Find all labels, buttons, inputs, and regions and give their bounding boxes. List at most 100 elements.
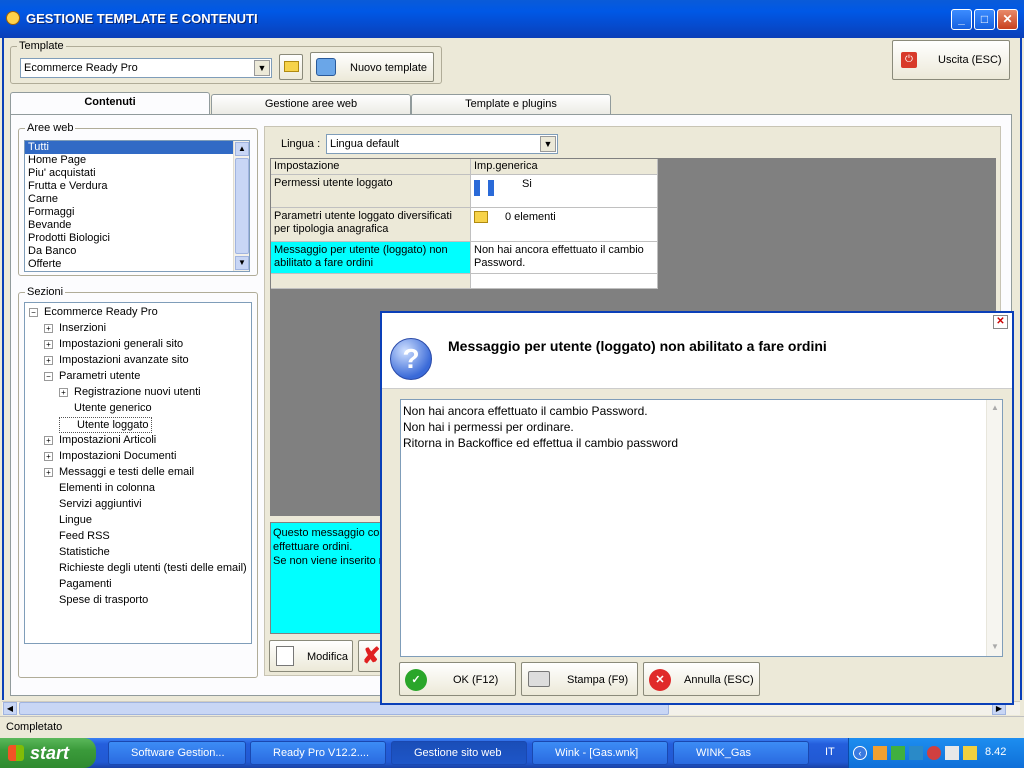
description-line: effettuare ordini. <box>273 541 353 553</box>
exit-button[interactable]: ⏻ Uscita (ESC) <box>892 40 1010 80</box>
collapse-icon[interactable]: − <box>29 307 38 317</box>
tree-node[interactable]: Elementi in colonna <box>44 481 155 495</box>
tree-node[interactable]: + Impostazioni Articoli <box>44 433 156 447</box>
taskbar-item[interactable]: Wink - [Gas.wnk] <box>532 741 668 765</box>
tree-node[interactable]: Statistiche <box>44 545 110 559</box>
cancel-button[interactable]: ✕ Annulla (ESC) <box>643 662 760 696</box>
grid-row-empty[interactable] <box>271 274 471 289</box>
tree-node[interactable]: + Registrazione nuovi utenti <box>59 385 201 399</box>
area-list-item[interactable]: Formaggi <box>25 206 249 219</box>
modifica-button[interactable]: Modifica <box>269 640 353 672</box>
tree-node[interactable]: + Impostazioni Documenti <box>44 449 176 463</box>
tree-node[interactable]: Utente loggato <box>59 417 152 433</box>
maximize-button[interactable]: □ <box>974 9 995 30</box>
delete-button[interactable]: ✘ <box>358 640 382 672</box>
area-list-item[interactable]: Bevande <box>25 219 249 232</box>
tree-node[interactable]: Lingue <box>44 513 92 527</box>
scroll-up-icon[interactable]: ▲ <box>988 401 1002 415</box>
tree-node[interactable]: + Impostazioni avanzate sito <box>44 353 189 367</box>
aree-web-scrollbar[interactable]: ▲ ▼ <box>233 141 249 271</box>
tree-node[interactable]: Feed RSS <box>44 529 110 543</box>
tree-node-label: Elementi in colonna <box>59 482 156 494</box>
expand-icon[interactable]: + <box>44 355 53 365</box>
tree-node[interactable]: Spese di trasporto <box>44 593 148 607</box>
tree-node[interactable]: Servizi aggiuntivi <box>44 497 142 511</box>
lingua-select[interactable]: Lingua default ▼ <box>326 134 558 154</box>
scroll-thumb[interactable] <box>235 158 249 254</box>
grid-row-empty[interactable] <box>471 274 658 289</box>
tree-node[interactable]: + Messaggi e testi delle email <box>44 465 194 479</box>
aree-web-list[interactable]: Tutti Home Page Piu' acquistati Frutta e Ve… <box>24 140 250 272</box>
folder-icon <box>284 61 299 72</box>
start-button[interactable]: start <box>0 738 96 768</box>
area-list-item[interactable]: Tutti <box>25 141 249 154</box>
tray-expand-icon[interactable]: ‹ <box>853 746 867 760</box>
area-list-item[interactable]: Home Page <box>25 154 249 167</box>
expand-icon[interactable]: + <box>44 339 53 349</box>
tree-node[interactable]: Richieste degli utenti (testi delle emai… <box>44 561 247 575</box>
area-list-item[interactable]: Frutta e Verdura <box>25 180 249 193</box>
area-list-item[interactable]: Piu' acquistati <box>25 167 249 180</box>
area-list-item[interactable]: Offerte <box>25 258 249 271</box>
expand-icon[interactable]: + <box>44 435 53 445</box>
grid-row-value[interactable]: Si <box>471 175 658 208</box>
language-indicator[interactable]: IT <box>825 746 835 758</box>
grid-row-key-selected[interactable]: Messaggio per utente (loggato) non abili… <box>271 242 471 274</box>
dialog-close-icon[interactable]: ✕ <box>993 315 1008 329</box>
ok-button[interactable]: ✓ OK (F12) <box>399 662 516 696</box>
grid-row-key[interactable]: Parametri utente loggato diversificati p… <box>271 208 471 242</box>
chevron-down-icon[interactable]: ▼ <box>540 136 556 152</box>
tree-node[interactable]: + Impostazioni generali sito <box>44 337 183 351</box>
scroll-down-icon[interactable]: ▼ <box>988 640 1002 654</box>
tray-app-icon[interactable] <box>927 746 941 760</box>
expand-icon[interactable]: + <box>44 467 53 477</box>
print-button[interactable]: Stampa (F9) <box>521 662 638 696</box>
tray-app-icon[interactable] <box>945 746 959 760</box>
tray-app-icon[interactable] <box>891 746 905 760</box>
grid-row-key[interactable]: Permessi utente loggato <box>271 175 471 208</box>
tree-node[interactable]: + Inserzioni <box>44 321 106 335</box>
tab-template-plugins[interactable]: Template e plugins <box>411 94 611 114</box>
expand-icon[interactable]: + <box>44 451 53 461</box>
taskbar-item[interactable]: WINK_Gas <box>673 741 809 765</box>
ok-label: OK (F12) <box>453 674 499 686</box>
tree-node[interactable]: Utente generico <box>59 401 152 415</box>
sezioni-tree[interactable]: − Ecommerce Ready Pro + Inserzioni + Imposta… <box>24 302 252 644</box>
tree-node[interactable]: − Parametri utente <box>44 369 140 383</box>
taskbar-item-active[interactable]: Gestione sito web <box>391 741 527 765</box>
area-list-item[interactable]: Da Banco <box>25 245 249 258</box>
dialog-textarea[interactable]: Non hai ancora effettuato il cambio Pass… <box>400 399 1003 657</box>
tab-gestione-aree-web[interactable]: Gestione aree web <box>211 94 411 114</box>
scroll-down-icon[interactable]: ▼ <box>235 256 249 270</box>
close-window-button[interactable]: ✕ <box>997 9 1018 30</box>
area-list-item[interactable]: Carne <box>25 193 249 206</box>
grid-header-value[interactable]: Imp.generica <box>471 159 658 175</box>
tray-app-icon[interactable] <box>963 746 977 760</box>
scroll-left-icon[interactable]: ◀ <box>3 702 17 715</box>
scroll-up-icon[interactable]: ▲ <box>235 142 249 156</box>
tree-node-label: Impostazioni generali sito <box>59 338 184 350</box>
grid-header-key[interactable]: Impostazione <box>271 159 471 175</box>
dialog-scrollbar[interactable]: ▲ ▼ <box>986 400 1002 656</box>
tray-app-icon[interactable] <box>873 746 887 760</box>
tree-node[interactable]: Pagamenti <box>44 577 112 591</box>
settings-grid[interactable]: Impostazione Imp.generica Permessi utent… <box>270 158 659 290</box>
exit-label: Uscita (ESC) <box>938 54 1002 66</box>
template-select[interactable]: Ecommerce Ready Pro ▼ <box>20 58 272 78</box>
expand-icon[interactable]: + <box>44 323 53 333</box>
minimize-button[interactable]: _ <box>951 9 972 30</box>
tree-root[interactable]: − Ecommerce Ready Pro <box>29 305 158 319</box>
grid-row-value[interactable]: 0 elementi <box>471 208 658 242</box>
tray-app-icon[interactable] <box>909 746 923 760</box>
new-template-button[interactable]: Nuovo template <box>310 52 434 82</box>
taskbar-item[interactable]: Software Gestion... <box>108 741 246 765</box>
tab-contenuti[interactable]: Contenuti <box>10 92 210 115</box>
area-list-item[interactable]: Prodotti Biologici <box>25 232 249 245</box>
expand-icon[interactable]: + <box>59 387 68 397</box>
grid-row-value[interactable]: Non hai ancora effettuato il cambio Pass… <box>471 242 658 274</box>
collapse-icon[interactable]: − <box>44 371 53 381</box>
open-folder-button[interactable] <box>279 54 303 80</box>
tree-node-label: Impostazioni Articoli <box>59 434 157 446</box>
taskbar-item[interactable]: Ready Pro V12.2.... <box>250 741 386 765</box>
chevron-down-icon[interactable]: ▼ <box>254 60 270 76</box>
